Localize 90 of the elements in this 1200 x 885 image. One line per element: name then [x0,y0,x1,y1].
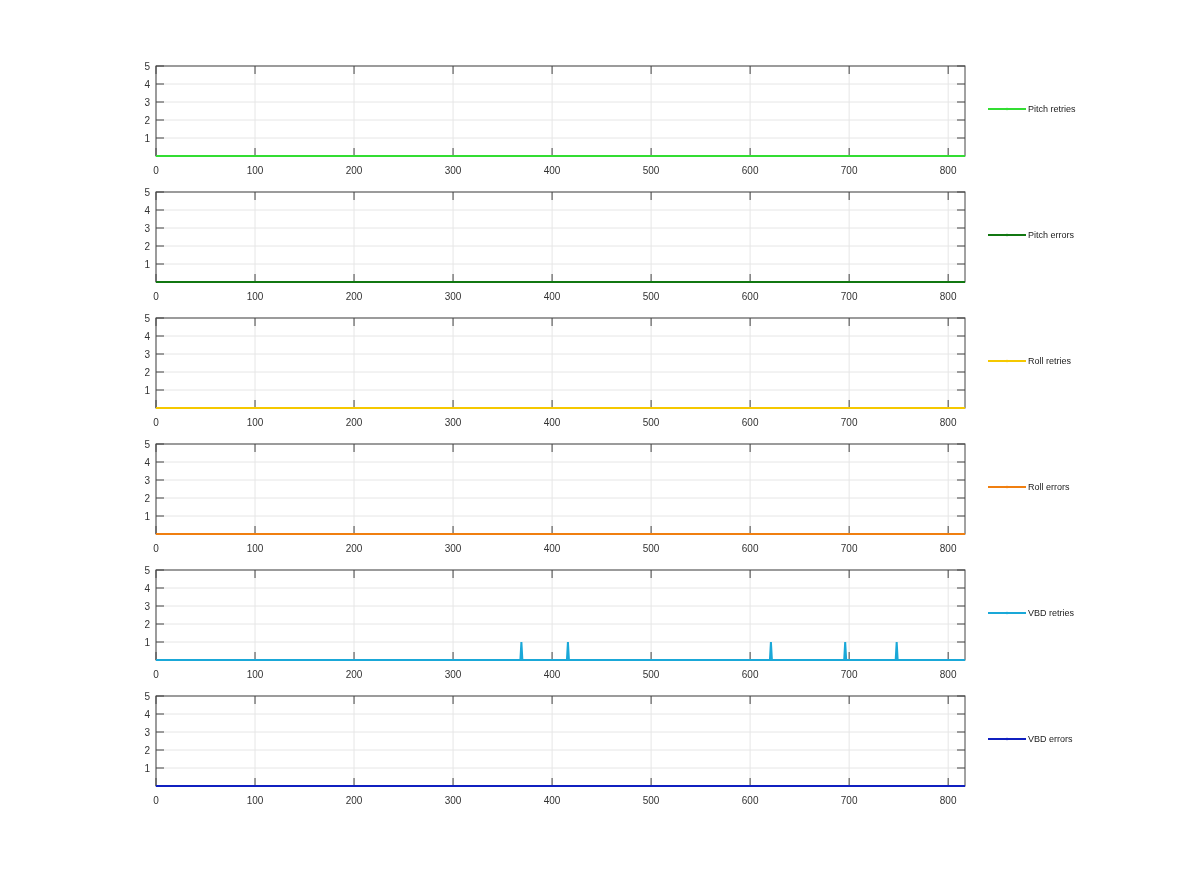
tick-label: 600 [741,165,759,176]
tick-label: 5 [144,691,150,702]
tick-label: 2 [144,115,150,126]
tick-label: 200 [345,417,363,428]
tick-label: 0 [153,543,159,554]
legend-label: VBD errors [1028,734,1073,744]
tick-label: 200 [345,165,363,176]
tick-label: 200 [345,291,363,302]
tick-label: 700 [840,543,858,554]
tick-label: 800 [939,543,957,554]
tick-label: 600 [741,417,759,428]
tick-label: 500 [642,417,660,428]
tick-label: 5 [144,313,150,324]
tick-label: 300 [444,669,462,680]
tick-label: 600 [741,669,759,680]
tick-label: 100 [246,669,264,680]
tick-label: 800 [939,165,957,176]
tick-label: 400 [543,291,561,302]
tick-label: 1 [144,763,150,774]
tick-label: 300 [444,543,462,554]
tick-label: 700 [840,795,858,806]
tick-label: 500 [642,669,660,680]
legend-label: Roll errors [1028,482,1070,492]
tick-label: 0 [153,669,159,680]
tick-label: 400 [543,417,561,428]
tick-label: 1 [144,385,150,396]
tick-label: 400 [543,543,561,554]
tick-label: 2 [144,241,150,252]
legend-label: Pitch errors [1028,230,1074,240]
tick-label: 800 [939,669,957,680]
tick-label: 300 [444,795,462,806]
tick-label: 4 [144,709,150,720]
tick-label: 5 [144,565,150,576]
tick-label: 400 [543,795,561,806]
tick-label: 2 [144,619,150,630]
tick-label: 5 [144,439,150,450]
tick-label: 3 [144,223,150,234]
tick-label: 4 [144,331,150,342]
tick-label: 1 [144,511,150,522]
tick-label: 500 [642,543,660,554]
tick-label: 100 [246,417,264,428]
tick-label: 0 [153,291,159,302]
tick-label: 700 [840,165,858,176]
tick-label: 200 [345,795,363,806]
tick-label: 1 [144,133,150,144]
tick-label: 600 [741,543,759,554]
tick-label: 300 [444,417,462,428]
tick-label: 100 [246,291,264,302]
tick-label: 300 [444,165,462,176]
tick-label: 3 [144,349,150,360]
tick-label: 600 [741,291,759,302]
tick-label: 1 [144,637,150,648]
tick-label: 0 [153,795,159,806]
tick-label: 800 [939,291,957,302]
tick-label: 700 [840,291,858,302]
tick-label: 0 [153,417,159,428]
tick-label: 500 [642,291,660,302]
tick-label: 1 [144,259,150,270]
tick-label: 500 [642,165,660,176]
tick-label: 200 [345,543,363,554]
tick-label: 300 [444,291,462,302]
tick-label: 800 [939,417,957,428]
tick-label: 4 [144,457,150,468]
tick-label: 4 [144,583,150,594]
tick-label: 0 [153,165,159,176]
tick-label: 5 [144,61,150,72]
tick-label: 2 [144,745,150,756]
tick-label: 4 [144,79,150,90]
tick-label: 500 [642,795,660,806]
tick-label: 100 [246,795,264,806]
tick-label: 4 [144,205,150,216]
tick-label: 5 [144,187,150,198]
tick-label: 700 [840,669,858,680]
tick-label: 3 [144,97,150,108]
tick-label: 700 [840,417,858,428]
tick-label: 800 [939,795,957,806]
tick-label: 3 [144,475,150,486]
tick-label: 200 [345,669,363,680]
tick-label: 600 [741,795,759,806]
tick-label: 2 [144,493,150,504]
tick-label: 3 [144,601,150,612]
legend-label: VBD retries [1028,608,1074,618]
tick-label: 3 [144,727,150,738]
legend-label: Pitch retries [1028,104,1076,114]
tick-label: 100 [246,165,264,176]
tick-label: 100 [246,543,264,554]
tick-label: 2 [144,367,150,378]
legend-label: Roll retries [1028,356,1071,366]
tick-label: 400 [543,669,561,680]
tick-label: 400 [543,165,561,176]
